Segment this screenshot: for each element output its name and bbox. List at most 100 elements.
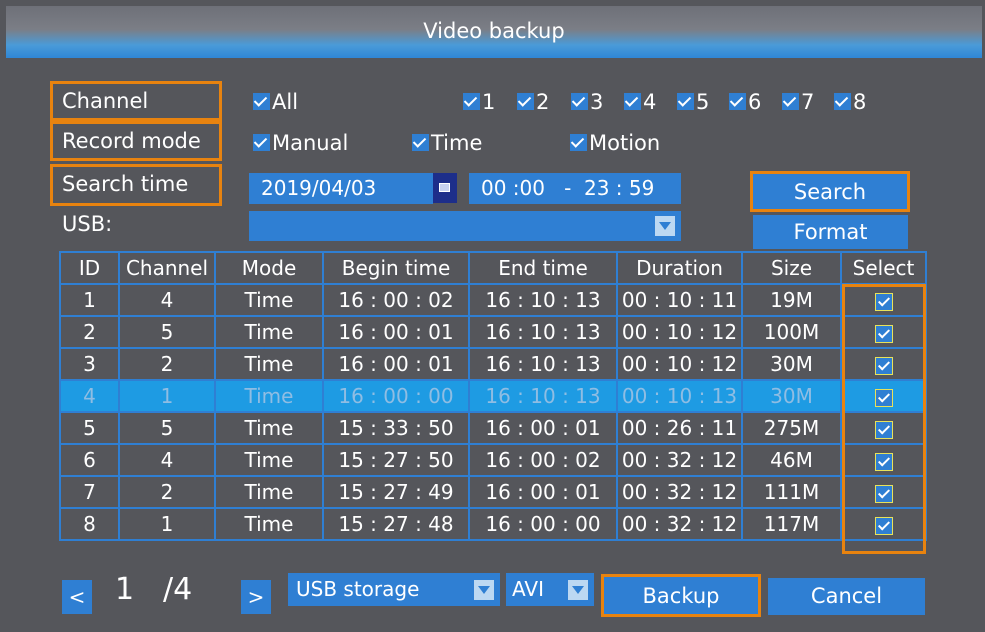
cell-begin-time: 16 : 00 : 01 xyxy=(322,315,470,349)
table-row[interactable]: 6 4 Time 15 : 27 : 50 16 : 00 : 02 00 : … xyxy=(59,443,927,477)
checkbox-checked-icon xyxy=(729,92,746,110)
mode-manual-checkbox[interactable]: Manual xyxy=(253,131,348,155)
cell-begin-time: 15 : 27 : 48 xyxy=(322,507,470,541)
cell-mode: Time xyxy=(214,475,324,509)
cell-size: 46M xyxy=(741,443,842,477)
header-mode: Mode xyxy=(214,251,324,285)
table-row[interactable]: 1 4 Time 16 : 00 : 02 16 : 10 : 13 00 : … xyxy=(59,283,927,317)
checkbox-checked-icon[interactable] xyxy=(874,292,893,311)
cell-mode: Time xyxy=(214,347,324,381)
channel-8-checkbox[interactable]: 8 xyxy=(834,90,866,114)
header-select: Select xyxy=(840,251,927,285)
cell-begin-time: 16 : 00 : 02 xyxy=(322,283,470,317)
checkbox-checked-icon[interactable] xyxy=(874,356,893,375)
usb-label: USB: xyxy=(62,212,113,236)
search-time-range-field[interactable]: 00 :00 - 23 : 59 xyxy=(469,173,681,204)
cell-end-time: 16 : 00 : 01 xyxy=(468,475,618,509)
cell-end-time: 16 : 00 : 01 xyxy=(468,411,618,445)
cell-channel: 1 xyxy=(118,379,216,413)
table-row[interactable]: 7 2 Time 15 : 27 : 49 16 : 00 : 01 00 : … xyxy=(59,475,927,509)
cell-size: 100M xyxy=(741,315,842,349)
checkbox-checked-icon xyxy=(571,92,588,110)
cell-end-time: 16 : 10 : 13 xyxy=(468,315,618,349)
header-end-time: End time xyxy=(468,251,618,285)
cell-size: 19M xyxy=(741,283,842,317)
cell-select xyxy=(840,507,927,541)
header-size: Size xyxy=(741,251,842,285)
cell-begin-time: 15 : 27 : 50 xyxy=(322,443,470,477)
cell-mode: Time xyxy=(214,443,324,477)
current-page: 1 xyxy=(115,572,135,607)
cancel-button[interactable]: Cancel xyxy=(768,578,925,615)
search-date-field[interactable]: 2019/04/03 xyxy=(249,173,433,204)
cell-size: 117M xyxy=(741,507,842,541)
channel-3-checkbox[interactable]: 3 xyxy=(571,90,603,114)
chevron-down-icon[interactable] xyxy=(474,580,494,600)
header-id: ID xyxy=(59,251,120,285)
mode-time-checkbox[interactable]: Time xyxy=(412,131,482,155)
cell-end-time: 16 : 00 : 00 xyxy=(468,507,618,541)
table-row-selected[interactable]: 4 1 Time 16 : 00 : 00 16 : 10 : 13 00 : … xyxy=(59,379,927,413)
chevron-left-icon[interactable]: < xyxy=(62,580,92,614)
search-button[interactable]: Search xyxy=(750,171,910,212)
checkbox-checked-icon xyxy=(624,92,641,110)
checkbox-checked-icon xyxy=(253,133,270,151)
channel-7-checkbox[interactable]: 7 xyxy=(782,90,814,114)
cell-channel: 4 xyxy=(118,283,216,317)
table-row[interactable]: 2 5 Time 16 : 00 : 01 16 : 10 : 13 00 : … xyxy=(59,315,927,349)
channel-all-checkbox[interactable]: All xyxy=(253,90,298,114)
cell-mode: Time xyxy=(214,315,324,349)
cell-duration: 00 : 10 : 12 xyxy=(616,315,743,349)
cell-id: 1 xyxy=(59,283,120,317)
cell-select xyxy=(840,379,927,413)
total-pages: /4 xyxy=(163,572,193,607)
storage-select[interactable]: USB storage xyxy=(288,573,500,606)
channel-5-checkbox[interactable]: 5 xyxy=(677,90,709,114)
checkbox-checked-icon xyxy=(677,92,694,110)
cell-size: 275M xyxy=(741,411,842,445)
mode-motion-checkbox[interactable]: Motion xyxy=(570,131,660,155)
checkbox-checked-icon[interactable] xyxy=(874,484,893,503)
channel-4-checkbox[interactable]: 4 xyxy=(624,90,656,114)
cell-end-time: 16 : 10 : 13 xyxy=(468,379,618,413)
video-backup-dialog: Video backup Channel Record mode Search … xyxy=(0,0,985,632)
channel-6-checkbox[interactable]: 6 xyxy=(729,90,761,114)
search-time-label: Search time xyxy=(50,164,222,206)
channel-1-checkbox[interactable]: 1 xyxy=(463,90,495,114)
checkbox-checked-icon[interactable] xyxy=(874,516,893,535)
chevron-right-icon[interactable]: > xyxy=(241,580,271,614)
cell-end-time: 16 : 00 : 02 xyxy=(468,443,618,477)
cell-duration: 00 : 10 : 11 xyxy=(616,283,743,317)
checkbox-checked-icon xyxy=(412,133,429,151)
record-mode-label: Record mode xyxy=(50,121,222,161)
cell-select xyxy=(840,315,927,349)
cell-mode: Time xyxy=(214,411,324,445)
checkbox-checked-icon[interactable] xyxy=(874,420,893,439)
cell-id: 6 xyxy=(59,443,120,477)
cell-mode: Time xyxy=(214,283,324,317)
cell-id: 3 xyxy=(59,347,120,381)
cell-id: 4 xyxy=(59,379,120,413)
checkbox-checked-icon[interactable] xyxy=(874,324,893,343)
usb-select[interactable] xyxy=(249,211,681,241)
cell-mode: Time xyxy=(214,379,324,413)
cell-channel: 1 xyxy=(118,507,216,541)
cell-duration: 00 : 32 : 12 xyxy=(616,443,743,477)
checkbox-checked-icon[interactable] xyxy=(874,388,893,407)
table-row[interactable]: 3 2 Time 16 : 00 : 01 16 : 10 : 13 00 : … xyxy=(59,347,927,381)
chevron-down-icon[interactable] xyxy=(655,216,675,236)
checkbox-checked-icon xyxy=(782,92,799,110)
table-header-row: ID Channel Mode Begin time End time Dura… xyxy=(59,251,927,285)
table-row[interactable]: 5 5 Time 15 : 33 : 50 16 : 00 : 01 00 : … xyxy=(59,411,927,445)
channel-2-checkbox[interactable]: 2 xyxy=(517,90,549,114)
cell-begin-time: 16 : 00 : 01 xyxy=(322,347,470,381)
checkbox-checked-icon[interactable] xyxy=(874,452,893,471)
recordings-table: ID Channel Mode Begin time End time Dura… xyxy=(59,251,927,541)
format-button[interactable]: Format xyxy=(753,215,908,249)
table-row[interactable]: 8 1 Time 15 : 27 : 48 16 : 00 : 00 00 : … xyxy=(59,507,927,541)
chevron-down-icon[interactable] xyxy=(568,580,588,600)
calendar-icon[interactable] xyxy=(433,173,457,203)
cell-id: 7 xyxy=(59,475,120,509)
backup-button[interactable]: Backup xyxy=(601,574,761,617)
cell-size: 30M xyxy=(741,379,842,413)
